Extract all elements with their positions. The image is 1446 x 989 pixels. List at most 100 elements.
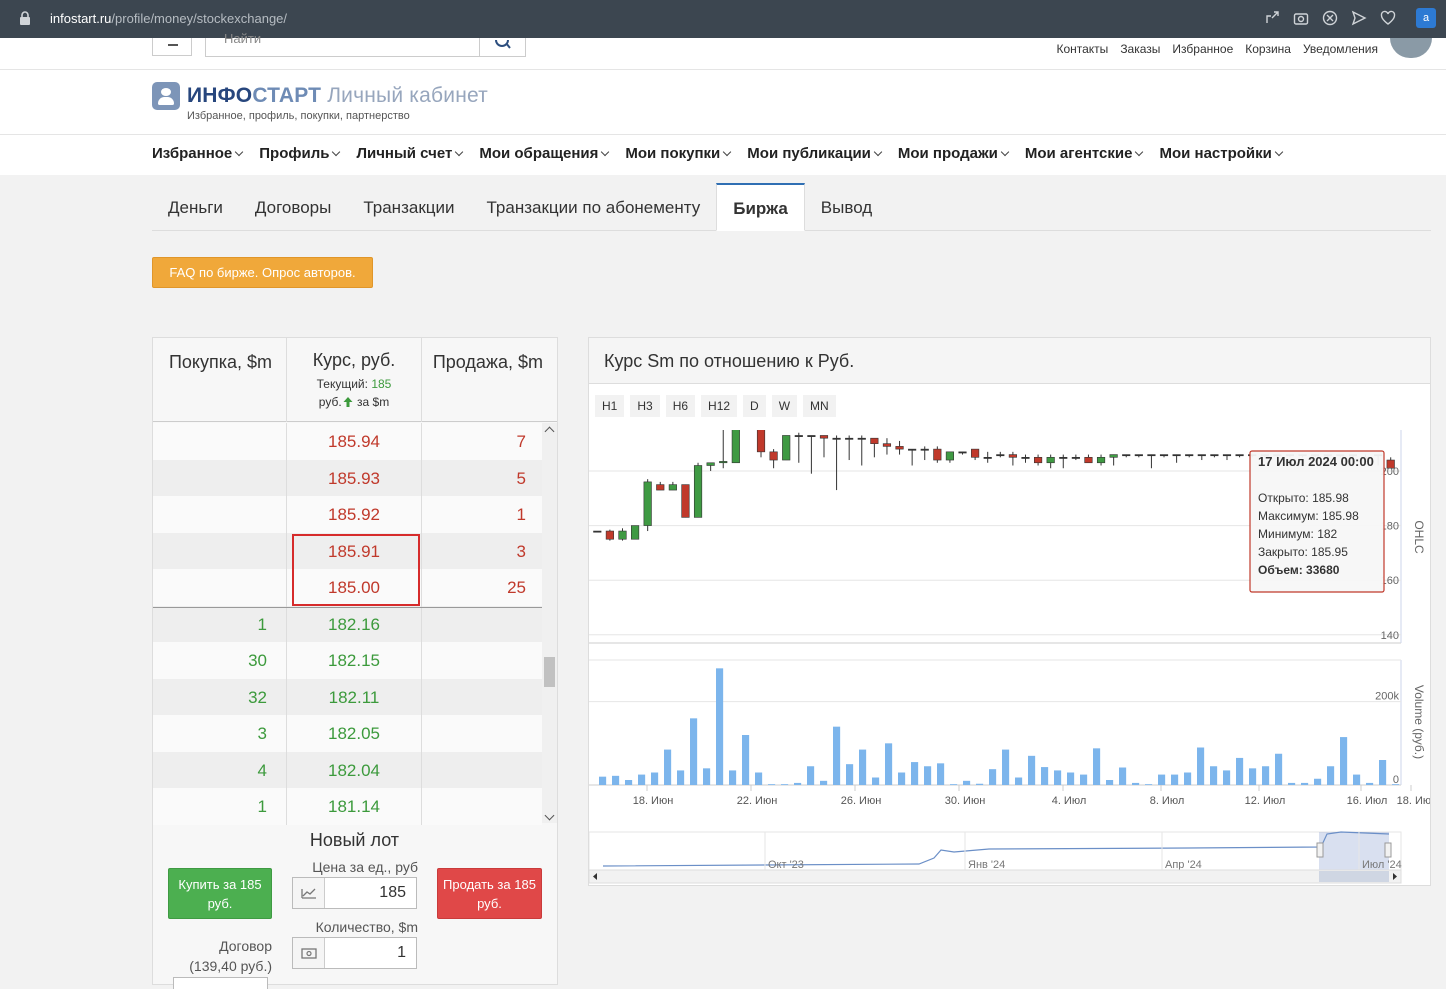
- tab-money[interactable]: Деньги: [152, 183, 239, 230]
- volume-bar: [1210, 766, 1218, 785]
- x-tick-label: 12. Июл: [1245, 795, 1286, 807]
- bid-rate: 182.04: [287, 751, 422, 788]
- chart-navigator[interactable]: Окт '23 Янв '24 Апр '24 Июл '24: [589, 831, 1402, 884]
- buy-qty: [153, 423, 287, 460]
- nav-item-settings[interactable]: Мои настройки: [1159, 145, 1284, 162]
- block-icon[interactable]: [1322, 10, 1338, 26]
- candle-body: [1147, 454, 1156, 457]
- volume-bar: [755, 772, 763, 785]
- ask-row[interactable]: 185.92 1: [153, 496, 542, 533]
- nav-item-requests[interactable]: Мои обращения: [479, 145, 610, 162]
- period-button-h6[interactable]: H6: [665, 395, 696, 417]
- contract-select[interactable]: [173, 977, 268, 989]
- period-button-h3[interactable]: H3: [630, 395, 660, 417]
- volume-series: [599, 668, 1400, 785]
- bid-row[interactable]: 1 182.16: [153, 605, 542, 642]
- volume-bar: [1249, 768, 1257, 785]
- nav-item-sales[interactable]: Мои продажи: [898, 145, 1010, 162]
- period-button-h1[interactable]: H1: [595, 395, 625, 417]
- volume-bar: [1314, 778, 1322, 785]
- nav-item-agency[interactable]: Мои агентские: [1025, 145, 1144, 162]
- scrollbar-thumb[interactable]: [544, 657, 555, 687]
- ask-row[interactable]: 185.94 7: [153, 423, 542, 460]
- chevron-down-icon: [455, 147, 464, 156]
- scroll-down-icon[interactable]: [544, 810, 555, 821]
- order-book-scrollbar[interactable]: [542, 423, 557, 823]
- sell-qty: [422, 715, 542, 752]
- send-icon[interactable]: [1351, 10, 1367, 26]
- link-favorites[interactable]: Избранное: [1172, 42, 1233, 56]
- volume-bar: [1132, 782, 1140, 785]
- volume-bar: [1028, 755, 1036, 785]
- tab-contracts[interactable]: Договоры: [239, 183, 347, 230]
- translate-extension-icon[interactable]: a: [1416, 8, 1436, 28]
- ask-rate: 185.93: [287, 459, 422, 496]
- highlight-box: [292, 534, 420, 606]
- candle-body: [1222, 454, 1232, 457]
- period-button-w[interactable]: W: [771, 395, 798, 417]
- nav-item-publications[interactable]: Мои публикации: [747, 145, 883, 162]
- buy-button[interactable]: Купить за 185 руб.: [168, 868, 272, 919]
- nav-item-purchases[interactable]: Мои покупки: [625, 145, 732, 162]
- volume-bar: [1236, 757, 1244, 785]
- search-button[interactable]: [479, 38, 525, 56]
- volume-bar: [1067, 772, 1075, 785]
- sell-button[interactable]: Продать за 185 руб.: [437, 868, 542, 919]
- bid-row[interactable]: 3 182.05: [153, 715, 542, 752]
- chevron-down-icon: [332, 147, 341, 156]
- volume-bar: [1288, 782, 1296, 785]
- candle-body: [630, 525, 640, 540]
- chevron-down-icon: [235, 147, 244, 156]
- lock-icon: [20, 11, 30, 25]
- nav-item-profile[interactable]: Профиль: [259, 145, 341, 162]
- hamburger-menu-button[interactable]: [152, 38, 192, 56]
- candle-body: [618, 530, 627, 540]
- period-button-h12[interactable]: H12: [701, 395, 738, 417]
- x-tick-label: 18. Июл: [1397, 795, 1430, 807]
- price-input[interactable]: 185: [292, 877, 417, 909]
- bid-row[interactable]: 32 182.11: [153, 678, 542, 715]
- current-rate-unit: руб.: [318, 395, 342, 409]
- x-tick-label: 16. Июл: [1347, 795, 1388, 807]
- money-tabs: Деньги Договоры Транзакции Транзакции по…: [152, 183, 1431, 231]
- search-input[interactable]: Найти: [205, 31, 526, 57]
- volume-bar: [625, 780, 633, 785]
- nav-item-account[interactable]: Личный счет: [356, 145, 464, 162]
- site-logo[interactable]: ИНФОСТАРТ Личный кабинет: [187, 84, 488, 108]
- link-notifications[interactable]: Уведомления: [1303, 42, 1378, 56]
- scroll-up-icon[interactable]: [544, 426, 555, 437]
- link-contacts[interactable]: Контакты: [1056, 42, 1108, 56]
- share-icon[interactable]: [1264, 10, 1280, 26]
- url-field[interactable]: infostart.ru/profile/money/stockexchange…: [50, 11, 287, 26]
- nav-label: Личный счет: [356, 145, 453, 162]
- sell-qty: 1: [516, 505, 526, 524]
- price-chart[interactable]: 140160180200OHLC0200k Volume (руб.)18. Ию…: [589, 430, 1430, 885]
- bid-row[interactable]: 4 182.04: [153, 751, 542, 788]
- volume-bar: [1379, 760, 1387, 785]
- nav-item-favorites[interactable]: Избранное: [152, 145, 244, 162]
- new-lot-title: Новый лот: [309, 830, 400, 850]
- camera-icon[interactable]: [1293, 10, 1309, 26]
- tab-transactions[interactable]: Транзакции: [347, 183, 470, 230]
- sell-qty: 7: [516, 432, 526, 451]
- order-book-header: Покупка, $m Курс, руб. Текущий: 185 руб.…: [153, 338, 557, 422]
- bid-rate: 182.05: [287, 715, 422, 752]
- period-button-mn[interactable]: MN: [803, 395, 836, 417]
- tab-subscription-transactions[interactable]: Транзакции по абонементу: [471, 183, 717, 230]
- tab-withdraw[interactable]: Вывод: [805, 183, 888, 230]
- heart-icon[interactable]: [1380, 10, 1396, 26]
- ask-row[interactable]: 185.93 5: [153, 459, 542, 496]
- contract-label: Договор (139,40 руб.): [189, 938, 272, 974]
- navigator-handle-left: [1316, 842, 1324, 858]
- bid-row[interactable]: 1 181.14: [153, 788, 542, 825]
- candle-body: [996, 454, 1005, 457]
- tab-exchange[interactable]: Биржа: [716, 183, 805, 231]
- current-rate-label: Текущий:: [316, 377, 368, 391]
- spread-divider: [153, 607, 542, 608]
- period-button-d[interactable]: D: [743, 395, 766, 417]
- faq-button[interactable]: FAQ по бирже. Опрос авторов.: [152, 257, 373, 288]
- quantity-input[interactable]: 1: [292, 937, 417, 969]
- link-orders[interactable]: Заказы: [1120, 42, 1160, 56]
- link-cart[interactable]: Корзина: [1245, 42, 1291, 56]
- bid-row[interactable]: 30 182.15: [153, 642, 542, 679]
